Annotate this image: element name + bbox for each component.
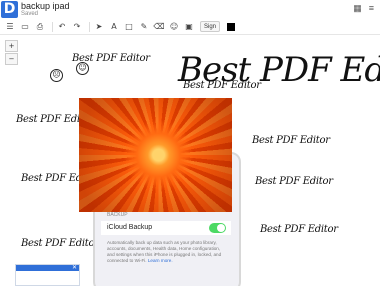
backup-section-header: BACKUP	[107, 212, 128, 218]
shapes-icon[interactable]: □	[123, 21, 135, 33]
text-annotation[interactable]: Best PDF Editor	[21, 238, 99, 249]
text-annotation[interactable]: Best PDF Editor	[72, 53, 150, 64]
text-annotation[interactable]: Best PDF Editor	[252, 135, 330, 146]
text-annotation[interactable]: Best PDF Editor	[260, 224, 338, 235]
sign-button[interactable]: Sign	[200, 21, 221, 32]
menu-icon[interactable]: ≡	[369, 3, 374, 14]
redo-icon[interactable]: ↷	[71, 21, 83, 33]
learn-more-link: Learn more.	[147, 258, 173, 263]
print-icon[interactable]: ⎙	[34, 21, 46, 33]
icloud-backup-toggle	[209, 223, 226, 233]
bottom-panel[interactable]: ✕	[15, 264, 80, 286]
sidebar-icon[interactable]: ☰	[4, 21, 16, 33]
close-icon[interactable]: ✕	[72, 264, 77, 271]
toolbar: ☰ ▭ ⎙ ↶ ↷ ➤ A □ ✎ ⌫ ☺ ▣ Sign	[0, 19, 380, 35]
zoom-out-button[interactable]: −	[5, 53, 18, 65]
app-logo[interactable]: D	[1, 1, 18, 18]
color-picker[interactable]	[227, 22, 236, 31]
eraser-icon[interactable]: ⌫	[153, 21, 165, 33]
undo-icon[interactable]: ↶	[56, 21, 68, 33]
image-icon[interactable]: ▣	[183, 21, 195, 33]
save-status: Saved	[21, 11, 39, 17]
toolbar-divider	[52, 21, 53, 32]
icloud-backup-row: iCloud Backup	[101, 221, 231, 235]
flower-image[interactable]	[79, 98, 232, 212]
zoom-in-button[interactable]: +	[5, 40, 18, 52]
backup-description: Automatically back up data such as your …	[107, 240, 222, 263]
text-annotation[interactable]: Best PDF Editor	[183, 80, 261, 91]
document-title[interactable]: backup ipad	[21, 1, 70, 11]
stamp-icon[interactable]: ☺	[168, 21, 180, 33]
toolbar-divider	[89, 21, 90, 32]
app-header: D backup ipad Saved ▦ ≡	[0, 0, 380, 19]
text-annotation[interactable]: Best PDF Editor	[255, 176, 333, 187]
icloud-backup-label: iCloud Backup	[107, 224, 153, 231]
sad-face-icon[interactable]: ☹	[50, 69, 63, 82]
pdf-editor-app: D backup ipad Saved ▦ ≡ ☰ ▭ ⎙ ↶ ↷ ➤ A □ …	[0, 0, 380, 286]
save-icon[interactable]: ▭	[19, 21, 31, 33]
text-icon[interactable]: A	[108, 21, 120, 33]
pen-icon[interactable]: ✎	[138, 21, 150, 33]
grid-icon[interactable]: ▦	[353, 3, 362, 14]
select-icon[interactable]: ➤	[93, 21, 105, 33]
